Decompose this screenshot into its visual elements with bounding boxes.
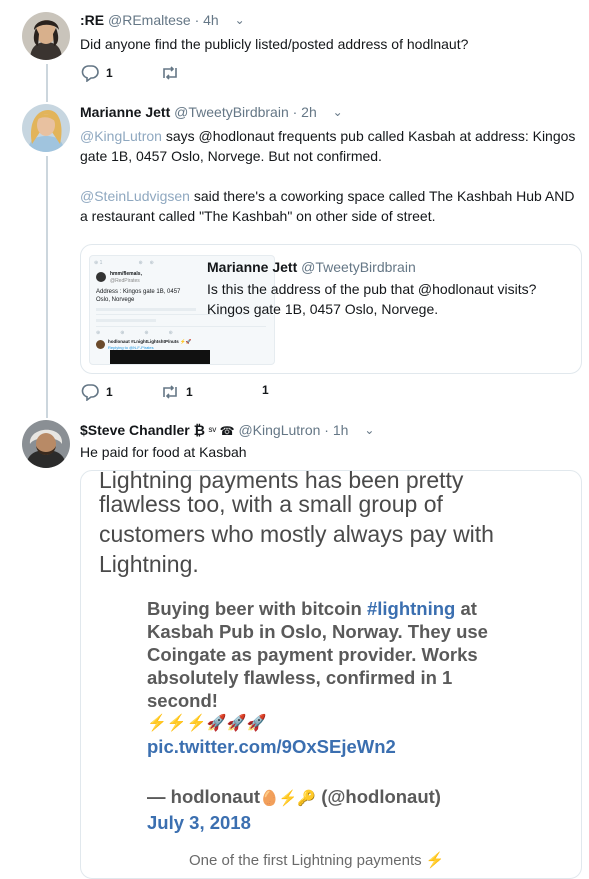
user-handle[interactable]: @TweetyBirdbrain [174,104,289,120]
tweet-text-line: said there's a coworking space called Th… [189,188,575,204]
chevron-down-icon[interactable]: ⌄ [364,423,374,437]
embed-author-emoji: 🥚⚡🔑 [260,790,317,807]
embed-link: pic.twitter.com/9OxSEjeWn2 [147,736,396,757]
tweet-header: Marianne Jett @TweetyBirdbrain · 2h ⌄ [80,104,343,120]
tweet-header: :RE @REmaltese · 4h ⌄ [80,12,245,28]
tweet-media-image[interactable]: Lightning payments has been pretty flawl… [80,470,582,879]
quoted-tweet-text: Is this the address of the pub that @hod… [207,279,536,319]
tweet-text: Did anyone find the publicly listed/post… [80,36,469,52]
like-count: 1 [262,383,269,397]
quoted-user-handle: @TweetyBirdbrain [301,259,416,275]
timestamp[interactable]: · 2h [293,104,317,120]
reply-icon [81,65,99,82]
embed-text: at [455,598,477,619]
embed-emoji: ⚡⚡⚡🚀🚀🚀 [147,715,267,732]
quoted-tweet-header: Marianne Jett @TweetyBirdbrain [207,259,416,275]
tweet-header: $Steve Chandler ₿ ˢᵛ ☎ @KingLutron · 1h … [80,422,374,438]
mention-link[interactable]: @KingLutron [80,128,162,144]
thumbnail-text: Address : Kingos gate 1B, 0457 Oslo, Nor… [96,289,181,303]
user-name[interactable]: $Steve Chandler ₿ [80,422,205,438]
retweet-count: 1 [186,385,193,399]
embed-text-line: absolutely flawless, confirmed in 1 [147,667,453,688]
mention-link[interactable]: @SteinLudvigsen [80,188,190,204]
chevron-down-icon[interactable]: ⌄ [333,105,343,119]
embed-hashtag: #lightning [366,598,456,619]
reply-count: 1 [106,385,113,399]
reply-action[interactable]: 1 [80,383,113,401]
embed-author: — hodlonaut [147,786,261,807]
quoted-text-line: Kingos gate 1B, 0457 Oslo, Norvege. [207,301,439,317]
tweet-text-line: a restaurant called "The Kashbah" on oth… [80,208,436,224]
quoted-text-line: Is this the address of the pub that @hod… [207,281,537,297]
retweet-icon [163,66,177,80]
media-text-line: customers who mostly always pay with [99,521,494,547]
chevron-down-icon[interactable]: ⌄ [235,13,245,27]
timestamp[interactable]: · 4h [195,12,219,28]
media-text-line: Lightning. [99,551,199,577]
tweet-text-line: gate 1B, 0457 Oslo, Norvege. But not con… [80,148,382,164]
user-name[interactable]: :RE [80,12,104,28]
embed-text-line: second! [147,690,218,711]
user-name-suffix: ˢᵛ ☎ [205,424,235,438]
quoted-tweet[interactable]: ⊕ 1 ⊕ ⊕ hmm/flemals, @RedPirates Address… [80,244,582,374]
tweet-text: He paid for food at Kasbah [80,444,247,460]
embed-author-handle: (@hodlonaut) [316,786,441,807]
reply-action[interactable]: 1 [80,64,113,82]
embed-date: July 3, 2018 [147,812,251,833]
user-handle[interactable]: @REmaltese [108,12,191,28]
user-handle[interactable]: @KingLutron [238,422,320,438]
embed-text: Buying beer with bitcoin [147,598,367,619]
retweet-icon [163,385,177,399]
reply-icon [81,384,99,401]
retweet-action[interactable] [160,64,186,82]
embed-text-line: Kasbah Pub in Oslo, Norway. They use [147,621,488,642]
like-action[interactable]: 1 [256,383,269,397]
tweet-text-line: says @hodlonaut frequents pub called Kas… [161,128,576,144]
user-name[interactable]: Marianne Jett [80,104,170,120]
media-footer-text: One of the first Lightning payments ⚡ [189,852,445,869]
media-text-line: flawless too, with a small group of [99,491,443,517]
avatar[interactable] [22,12,70,60]
quoted-user-name: Marianne Jett [207,259,298,275]
thumbnail-name: hmm/flemals, [110,271,142,277]
reply-count: 1 [106,66,113,80]
thumbnail-handle: @RedPirates [110,278,140,284]
avatar[interactable] [22,104,70,152]
retweet-action[interactable]: 1 [160,383,193,401]
timestamp[interactable]: · 1h [324,422,348,438]
tweet-text: @KingLutron says @hodlonaut frequents pu… [80,126,580,226]
avatar[interactable] [22,420,70,468]
tweet[interactable]: :RE @REmaltese · 4h ⌄ Did anyone find th… [0,0,589,92]
embed-text-line: Coingate as payment provider. Works [147,644,478,665]
